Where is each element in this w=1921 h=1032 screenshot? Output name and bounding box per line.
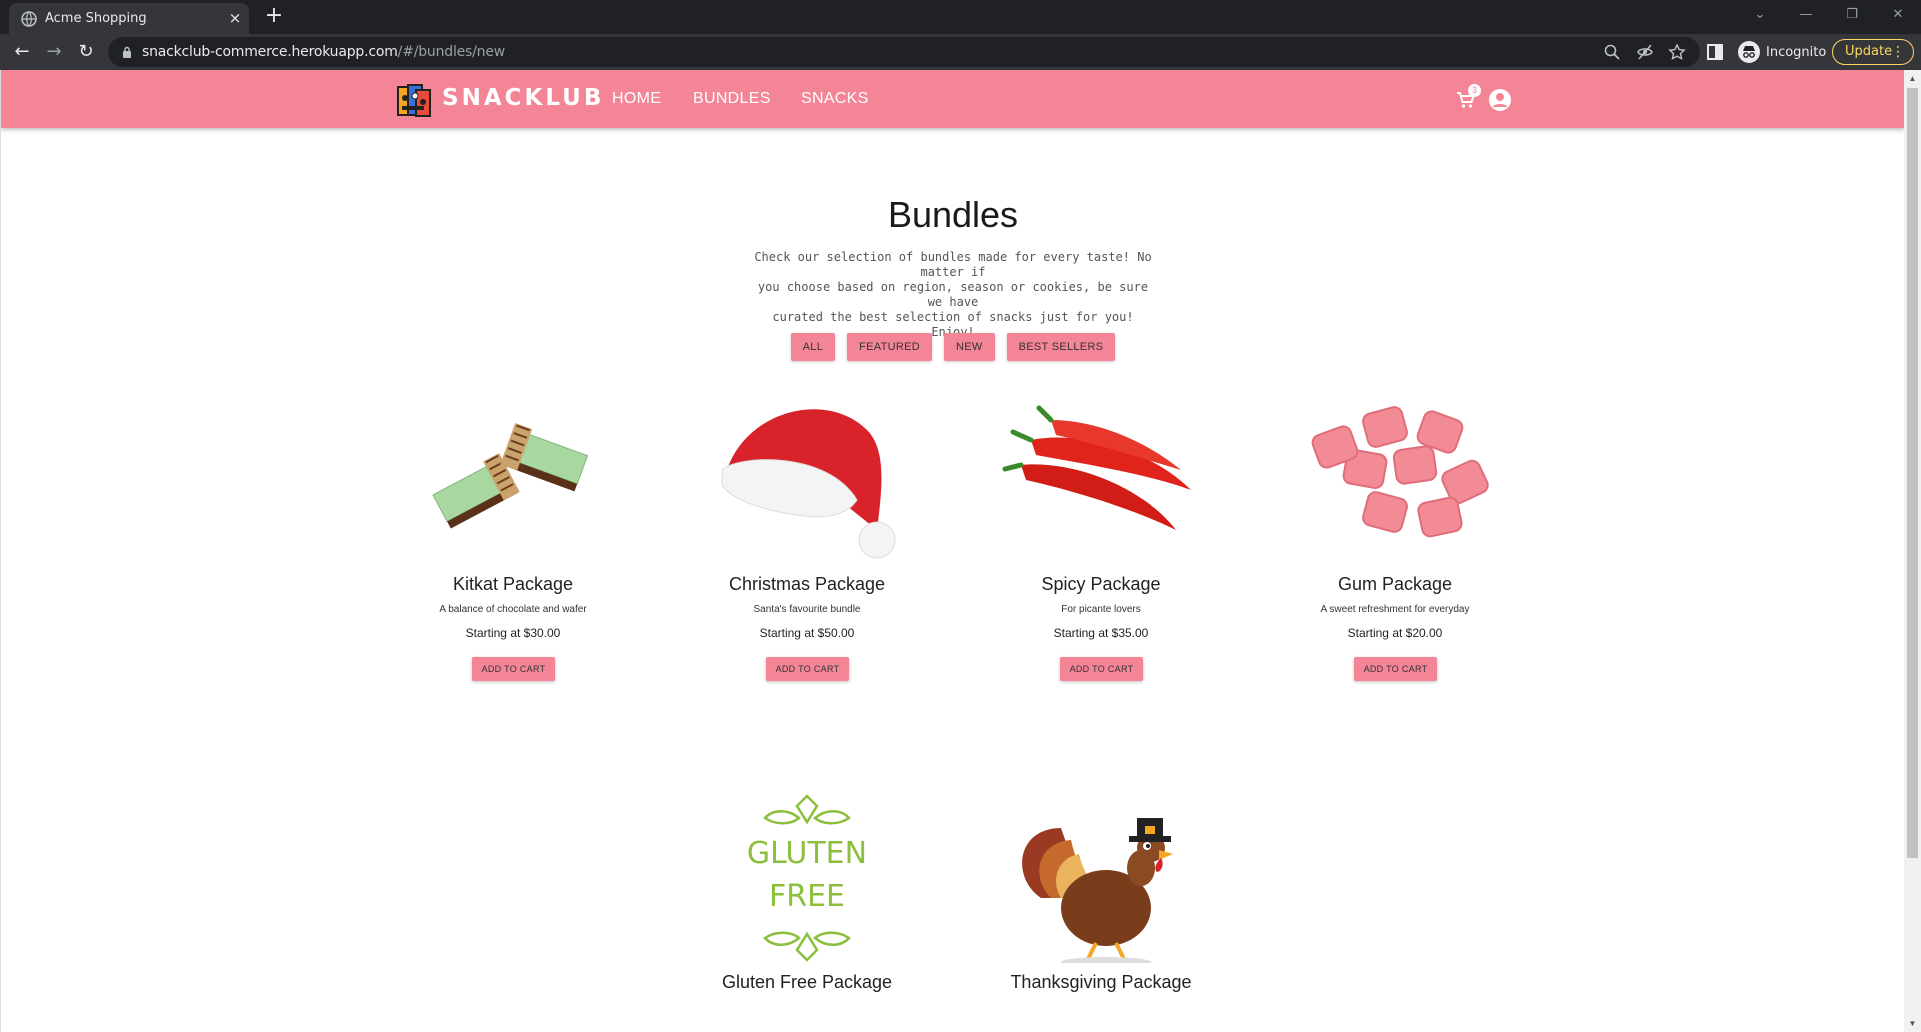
nav-snacks[interactable]: SNACKS (801, 90, 869, 108)
page-title: Bundles (887, 194, 1019, 235)
forward-icon[interactable]: → (42, 40, 66, 64)
tab-search-icon[interactable]: ⌄ (1737, 4, 1783, 28)
account-icon[interactable] (1488, 88, 1512, 112)
bundle-price: Starting at $50.00 (759, 626, 855, 640)
page-scrollbar[interactable]: ▲ ▼ (1904, 70, 1921, 1032)
back-icon[interactable]: ← (10, 40, 34, 64)
nav-bundles[interactable]: BUNDLES (693, 90, 771, 108)
browser-tab[interactable]: Acme Shopping × (9, 3, 249, 34)
chili-peppers-image[interactable] (1001, 390, 1201, 565)
tab-title: Acme Shopping (45, 11, 147, 26)
reload-icon[interactable]: ↻ (74, 40, 98, 64)
eye-off-icon[interactable] (1636, 43, 1654, 61)
tab-close-icon[interactable]: × (227, 10, 243, 26)
more-menu-icon[interactable]: ⋮ (1891, 40, 1905, 64)
close-window-icon[interactable]: ✕ (1875, 4, 1921, 28)
santa-hat-image[interactable] (707, 390, 907, 565)
nav-home[interactable]: HOME (612, 90, 661, 108)
update-button[interactable]: Update ⋮ (1832, 39, 1914, 65)
snackclub-logo-icon[interactable] (396, 84, 432, 118)
bundle-name[interactable]: Gum Package (1275, 574, 1515, 595)
turkey-image[interactable] (1001, 788, 1201, 963)
bundle-description: Santa's favourite bundle (753, 604, 861, 615)
bundle-card-gum: Gum Package A sweet refreshment for ever… (1275, 390, 1515, 690)
side-panel-icon[interactable] (1705, 42, 1725, 62)
scroll-down-arrow-icon[interactable]: ▼ (1904, 1015, 1921, 1032)
url-text: snackclub-commerce.herokuapp.com/#/bundl… (142, 44, 505, 60)
bookmark-star-icon[interactable] (1668, 43, 1686, 61)
site-header: SNACKLUB HOME BUNDLES SNACKS 3 (1, 70, 1905, 128)
bundle-card-thanksgiving: Thanksgiving Package (981, 788, 1221, 1032)
kitkat-image[interactable] (413, 390, 613, 565)
page-viewport: SNACKLUB HOME BUNDLES SNACKS 3 Bundles C… (0, 70, 1921, 1032)
address-bar[interactable]: snackclub-commerce.herokuapp.com/#/bundl… (108, 37, 1700, 67)
filter-new-button[interactable]: NEW (944, 333, 995, 361)
bundle-card-gluten-free: GLUTEN FREE Gluten Free Package (687, 788, 927, 1032)
intro-line: Check our selection of bundles made for … (754, 250, 1152, 279)
bundle-name[interactable]: Thanksgiving Package (981, 972, 1221, 993)
scroll-up-arrow-icon[interactable]: ▲ (1904, 70, 1921, 87)
bundle-name[interactable]: Spicy Package (981, 574, 1221, 595)
browser-toolbar: ← → ↻ snackclub-commerce.herokuapp.com/#… (0, 34, 1921, 70)
add-to-cart-button[interactable]: ADD TO CART (472, 657, 555, 681)
intro-text: Check our selection of bundles made for … (748, 250, 1158, 340)
bundle-description: For picante lovers (1061, 604, 1141, 615)
incognito-icon (1738, 41, 1760, 63)
bundle-card-spicy: Spicy Package For picante lovers Startin… (981, 390, 1221, 690)
brand-name[interactable]: SNACKLUB (442, 85, 604, 111)
minimize-icon[interactable]: — (1783, 4, 1829, 28)
bundle-name[interactable]: Kitkat Package (393, 574, 633, 595)
filter-bar: ALL FEATURED NEW BEST SELLERS (1, 333, 1905, 361)
cart-count-badge: 3 (1468, 84, 1481, 97)
filter-featured-button[interactable]: FEATURED (847, 333, 933, 361)
filter-all-button[interactable]: ALL (790, 333, 836, 361)
bundle-price: Starting at $35.00 (1053, 626, 1149, 640)
bundle-description: A balance of chocolate and wafer (439, 604, 587, 615)
globe-icon (21, 11, 37, 27)
bundle-price: Starting at $20.00 (1347, 626, 1443, 640)
url-host: snackclub-commerce.herokuapp.com (142, 44, 398, 60)
restore-icon[interactable]: ❐ (1829, 4, 1875, 28)
bundle-price: Starting at $30.00 (465, 626, 561, 640)
tab-strip: Acme Shopping × + ⌄ — ❐ ✕ (0, 0, 1921, 34)
gluten-free-logo-text: GLUTEN (747, 836, 867, 871)
lock-icon (123, 46, 131, 58)
intro-line: you choose based on region, season or co… (757, 280, 1149, 309)
update-label: Update (1845, 44, 1893, 59)
url-path: /#/bundles/new (397, 44, 506, 60)
bundle-name[interactable]: Christmas Package (687, 574, 927, 595)
zoom-icon[interactable] (1603, 43, 1621, 61)
add-to-cart-button[interactable]: ADD TO CART (766, 657, 849, 681)
new-tab-button[interactable]: + (262, 5, 286, 29)
incognito-label: Incognito (1766, 44, 1827, 60)
add-to-cart-button[interactable]: ADD TO CART (1354, 657, 1437, 681)
gum-image[interactable] (1295, 390, 1495, 565)
filter-best-sellers-button[interactable]: BEST SELLERS (1006, 333, 1116, 361)
bundle-card-christmas: Christmas Package Santa's favourite bund… (687, 390, 927, 690)
add-to-cart-button[interactable]: ADD TO CART (1060, 657, 1143, 681)
bundle-card-kitkat: Kitkat Package A balance of chocolate an… (393, 390, 633, 690)
gluten-free-image[interactable]: GLUTEN FREE (707, 788, 907, 963)
scrollbar-thumb[interactable] (1907, 88, 1918, 858)
browser-chrome: Acme Shopping × + ⌄ — ❐ ✕ ← → ↻ snackclu… (0, 0, 1921, 70)
gluten-free-logo-text: FREE (769, 879, 845, 914)
bundle-description: A sweet refreshment for everyday (1320, 604, 1470, 615)
bundle-name[interactable]: Gluten Free Package (687, 972, 927, 993)
incognito-indicator[interactable]: Incognito (1738, 40, 1826, 64)
intro-line: curated the best selection of snacks jus… (772, 310, 1134, 324)
